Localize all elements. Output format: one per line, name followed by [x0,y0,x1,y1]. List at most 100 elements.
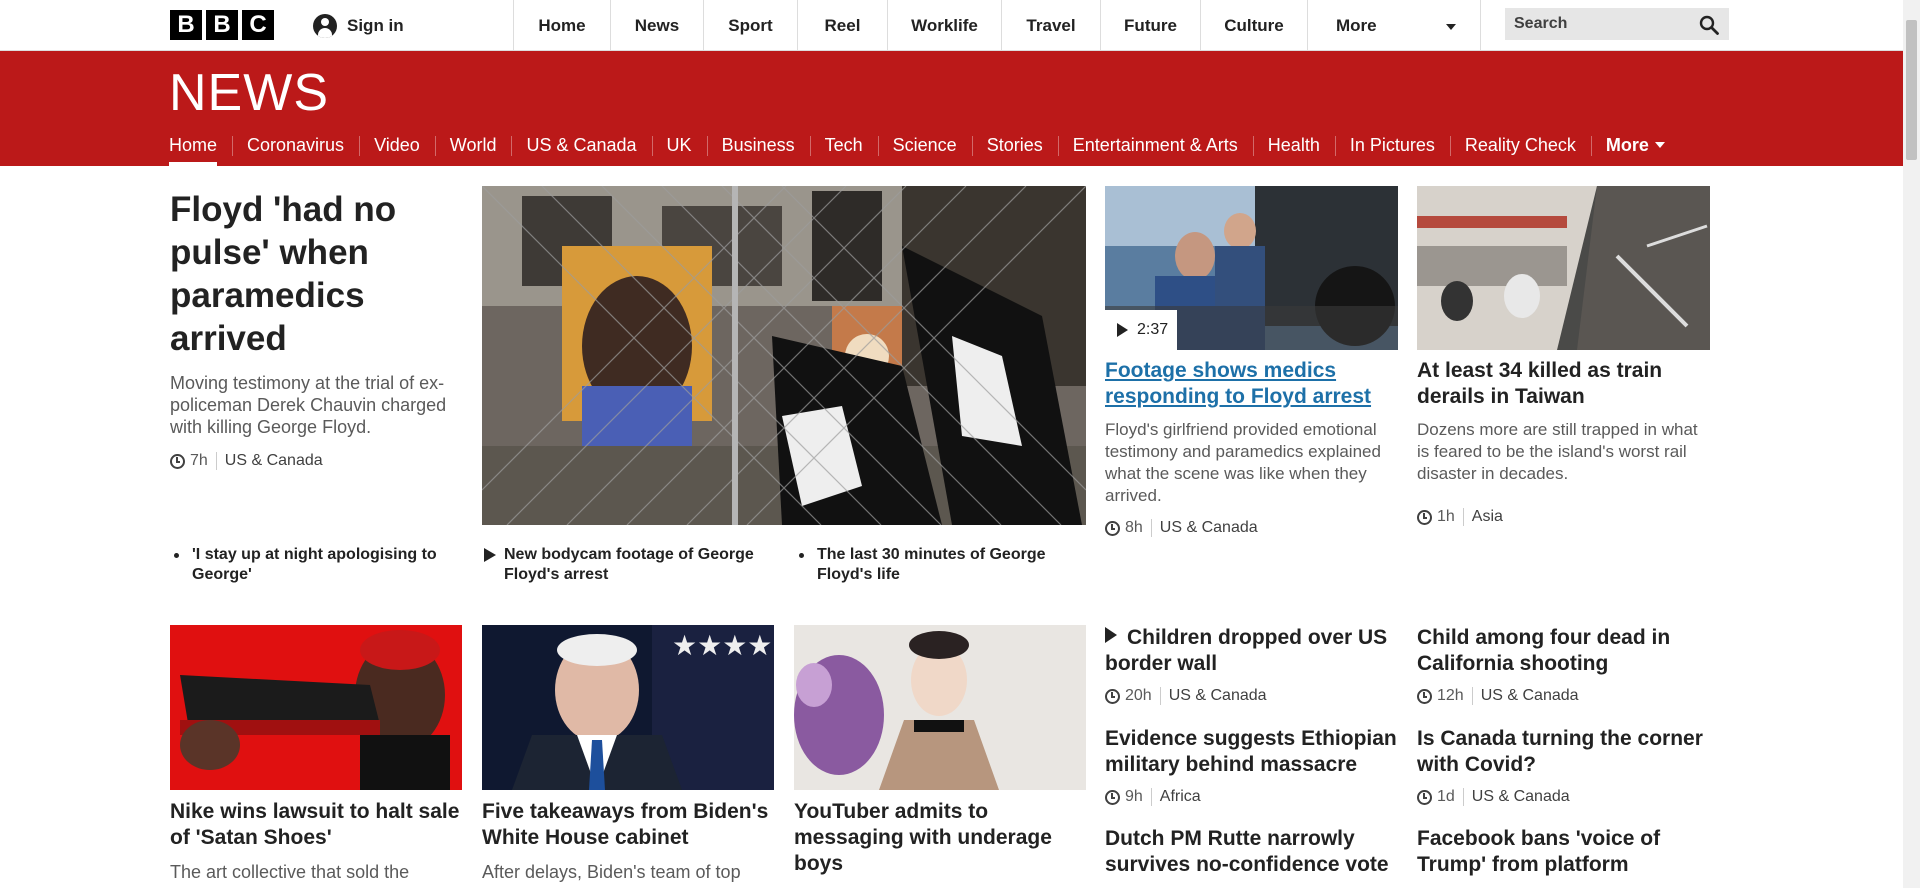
story-title[interactable]: Nike wins lawsuit to halt sale of 'Satan… [170,799,462,851]
story-section[interactable]: US & Canada [1471,687,1579,705]
story-title[interactable]: Footage shows medics responding to Floyd… [1105,358,1398,410]
story-train: At least 34 killed as train derails in T… [1417,358,1710,527]
subnav-item-stories[interactable]: Stories [971,124,1058,166]
global-nav-home[interactable]: Home [513,0,610,51]
clock-icon [1417,688,1432,704]
sign-in-button[interactable]: Sign in [313,12,404,39]
youtuber-image-graphic [794,625,1086,790]
clock-icon [1105,789,1120,805]
chevron-down-icon [1654,142,1665,148]
story-title[interactable]: Five takeaways from Biden's White House … [482,799,774,851]
train-image-graphic [1417,186,1710,350]
story-section[interactable]: Africa [1150,788,1201,806]
related-link-3[interactable]: The last 30 minutes of George Floyd's li… [795,545,1085,585]
story-meta: 1h Asia [1417,507,1710,527]
clock-icon [1417,509,1432,525]
lead-story-summary: Moving testimony at the trial of ex-poli… [170,373,447,437]
story-summary: Floyd's girlfriend provided emotional te… [1105,420,1381,505]
story-nike: Nike wins lawsuit to halt sale of 'Satan… [170,799,462,883]
story-image[interactable] [1417,186,1710,350]
story-time: 12h [1437,687,1464,704]
list-story-title[interactable]: Evidence suggests Ethiopian military beh… [1105,726,1398,778]
search-icon[interactable] [1699,15,1719,35]
global-nav-worklife[interactable]: Worklife [887,0,1001,51]
clock-icon [1105,520,1120,536]
story-time: 8h [1125,519,1143,536]
lead-image-graphic [482,186,1086,525]
global-nav-future[interactable]: Future [1100,0,1200,51]
story-time: 9h [1125,788,1143,805]
subnav-item-uk[interactable]: UK [651,124,707,166]
subnav-more[interactable]: More [1590,124,1680,166]
related-link-label: The last 30 minutes of George Floyd's li… [817,546,1046,583]
list-story-meta: 12h US & Canada [1417,686,1710,706]
news-logo[interactable]: NEWS [169,63,329,123]
subnav-item-entertainment-arts[interactable]: Entertainment & Arts [1057,124,1253,166]
shoe-image-graphic [170,625,462,790]
related-link-1[interactable]: 'I stay up at night apologising to Georg… [170,545,460,585]
subnav-item-reality-check[interactable]: Reality Check [1449,124,1591,166]
story-image[interactable] [170,625,462,790]
list-story-title[interactable]: Is Canada turning the corner with Covid? [1417,726,1710,778]
list-story-3: Dutch PM Rutte narrowly survives no-conf… [1105,826,1398,878]
video-duration-badge: 2:37 [1105,310,1177,350]
list-story-title[interactable]: Children dropped over US border wall [1105,625,1398,677]
subnav-item-science[interactable]: Science [877,124,972,166]
story-image[interactable]: ★★★★ [482,625,774,790]
subnav-item-home[interactable]: Home [169,124,232,166]
list-story-title[interactable]: Child among four dead in California shoo… [1417,625,1710,677]
bbc-logo-letter: C [242,10,274,40]
story-title[interactable]: At least 34 killed as train derails in T… [1417,358,1710,410]
list-story-title[interactable]: Dutch PM Rutte narrowly survives no-conf… [1105,826,1398,878]
subnav-item-coronavirus[interactable]: Coronavirus [232,124,359,166]
bbc-logo[interactable]: B B C [170,10,274,40]
story-section[interactable]: US & Canada [1159,687,1267,705]
story-time: 20h [1125,687,1152,704]
related-link-2[interactable]: New bodycam footage of George Floyd's ar… [482,545,772,585]
news-header: NEWS Home Coronavirus Video World US & C… [0,51,1920,166]
story-time: 1d [1437,788,1455,805]
subnav-item-health[interactable]: Health [1252,124,1335,166]
subnav-item-business[interactable]: Business [706,124,810,166]
story-image[interactable]: 2:37 [1105,186,1398,350]
list-story-1: Children dropped over US border wall 20h… [1105,625,1398,706]
story-title[interactable]: YouTuber admits to messaging with undera… [794,799,1086,877]
subnav-item-us-canada[interactable]: US & Canada [511,124,651,166]
lead-story-section[interactable]: US & Canada [215,452,323,470]
story-section[interactable]: US & Canada [1150,519,1258,537]
subnav-item-video[interactable]: Video [359,124,435,166]
user-icon [313,13,337,38]
global-nav-news[interactable]: News [610,0,703,51]
list-story-title-text: Children dropped over US border wall [1105,626,1388,675]
play-icon [1105,627,1117,643]
list-story-5: Is Canada turning the corner with Covid?… [1417,726,1710,807]
story-section[interactable]: Asia [1462,508,1503,526]
lead-story-time: 7h [190,452,208,469]
sign-in-label: Sign in [347,15,404,35]
subnav-item-in-pictures[interactable]: In Pictures [1334,124,1450,166]
lead-story-image[interactable] [482,186,1086,525]
global-nav-reel[interactable]: Reel [797,0,887,51]
chevron-down-icon [1446,24,1456,30]
subnav-item-world[interactable]: World [434,124,512,166]
page-scrollbar[interactable] [1903,0,1920,888]
video-duration: 2:37 [1137,321,1169,338]
bullet-icon [174,553,179,558]
global-nav-more[interactable]: More [1307,0,1481,51]
story-image[interactable] [794,625,1086,790]
lead-story-title[interactable]: Floyd 'had no pulse' when paramedics arr… [170,188,460,360]
list-story-title[interactable]: Facebook bans 'voice of Trump' from plat… [1417,826,1710,878]
story-summary: The art collective that sold the [170,862,410,882]
search-input[interactable]: Search [1505,8,1729,40]
subnav-item-tech[interactable]: Tech [809,124,878,166]
global-nav-culture[interactable]: Culture [1200,0,1307,51]
clock-icon [1105,688,1120,704]
global-nav-sport[interactable]: Sport [703,0,797,51]
scrollbar-thumb[interactable] [1906,20,1917,160]
global-nav-travel[interactable]: Travel [1001,0,1100,51]
story-summary: After delays, Biden's team of top [482,862,741,882]
list-story-4: Child among four dead in California shoo… [1417,625,1710,706]
subnav-more-label: More [1605,134,1649,155]
story-section[interactable]: US & Canada [1462,788,1570,806]
bbc-logo-letter: B [206,10,238,40]
